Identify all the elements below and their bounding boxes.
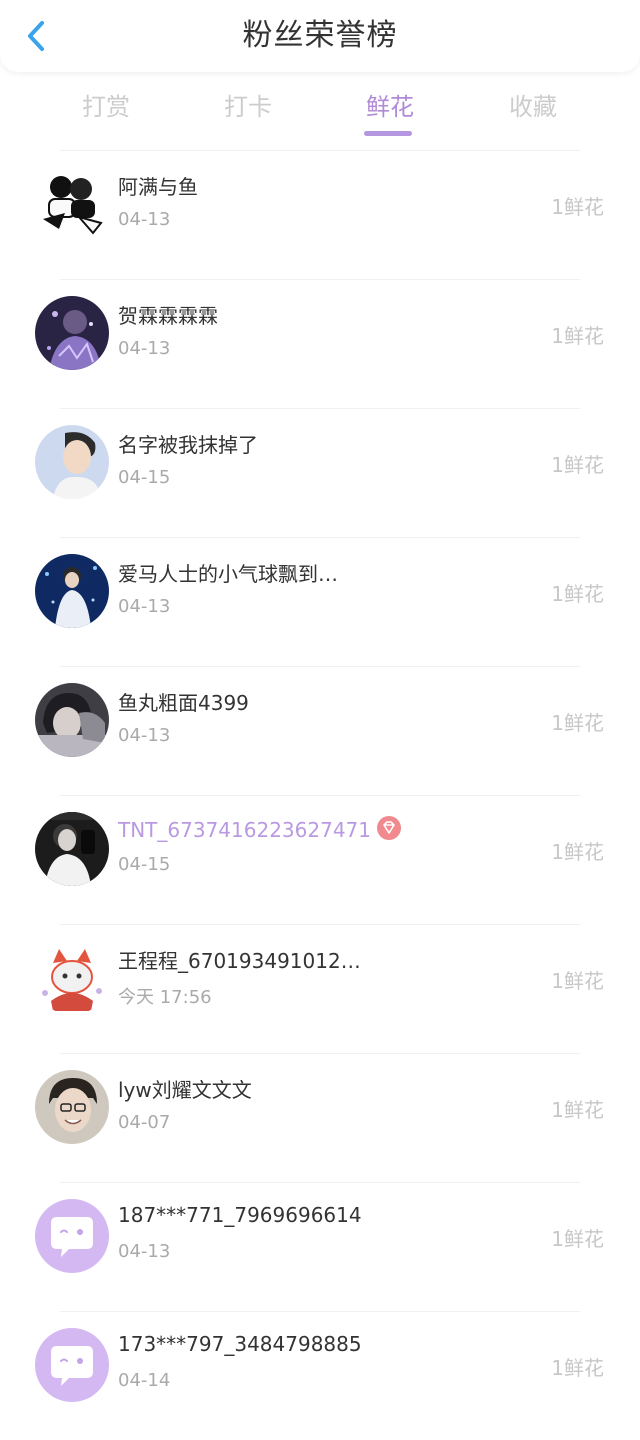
fan-amount: 1鲜花 (551, 711, 604, 735)
fan-name: TNT_6737416223627471 (118, 816, 401, 842)
fan-amount: 1鲜花 (551, 840, 604, 864)
fan-date: 今天 17:56 (118, 987, 212, 1008)
tab-flowers[interactable]: 鲜花 (320, 78, 460, 138)
list-item[interactable]: 爱马人士的小气球飘到… 04-13 1鲜花 (35, 537, 604, 666)
fan-amount: 1鲜花 (551, 195, 604, 219)
fan-amount: 1鲜花 (551, 582, 604, 606)
page-title: 粉丝荣誉榜 (242, 18, 398, 53)
default-chat-avatar-icon (35, 1328, 109, 1402)
fan-date: 04-13 (118, 596, 171, 617)
avatar[interactable] (35, 1070, 109, 1144)
smiling-portrait-avatar-icon (35, 1070, 109, 1144)
fan-date: 04-13 (118, 725, 171, 746)
avatar[interactable] (35, 812, 109, 886)
gray-photo-avatar-icon (35, 683, 109, 757)
fan-name: 鱼丸粗面4399 (118, 691, 249, 715)
cartoon-couple-avatar-icon (35, 167, 109, 241)
fan-name: 187***771_7969696614 (118, 1203, 362, 1227)
list-item[interactable]: TNT_6737416223627471 04-15 1鲜花 (35, 795, 604, 924)
fan-amount: 1鲜花 (551, 969, 604, 993)
fan-name: 王程程_670193491012… (118, 949, 361, 973)
fan-name: 阿满与鱼 (118, 175, 198, 199)
avatar[interactable] (35, 1199, 109, 1273)
fan-name: 名字被我抹掉了 (118, 433, 258, 457)
tab-flowers-label: 鲜花 (366, 93, 414, 121)
tab-bar: 打赏 打卡 鲜花 收藏 (0, 78, 640, 142)
fan-name: lyw刘耀文文文 (118, 1078, 252, 1102)
default-chat-avatar-icon (35, 1199, 109, 1273)
fan-amount: 1鲜花 (551, 453, 604, 477)
stage-photo-avatar-icon (35, 554, 109, 628)
avatar[interactable] (35, 554, 109, 628)
fan-name-text: TNT_6737416223627471 (118, 818, 371, 842)
fan-date: 04-07 (118, 1112, 171, 1133)
list-item[interactable]: 187***771_7969696614 04-13 1鲜花 (35, 1182, 604, 1311)
avatar[interactable] (35, 683, 109, 757)
fan-name: 爱马人士的小气球飘到… (118, 562, 338, 586)
fan-date: 04-13 (118, 1241, 171, 1262)
fan-date: 04-15 (118, 467, 171, 488)
list-item[interactable]: lyw刘耀文文文 04-07 1鲜花 (35, 1053, 604, 1182)
avatar[interactable] (35, 941, 109, 1015)
avatar[interactable] (35, 167, 109, 241)
app-header: 粉丝荣誉榜 (0, 0, 640, 72)
dark-photo-avatar-icon (35, 812, 109, 886)
fan-amount: 1鲜花 (551, 324, 604, 348)
tab-favorites[interactable]: 收藏 (463, 78, 603, 138)
fan-date: 04-14 (118, 1370, 171, 1391)
portrait-avatar-icon (35, 425, 109, 499)
list-item[interactable]: 173***797_3484798885 04-14 1鲜花 (35, 1311, 604, 1440)
fan-name: 173***797_3484798885 (118, 1332, 362, 1356)
list-item[interactable]: 阿满与鱼 04-13 1鲜花 (35, 150, 604, 279)
purple-photo-avatar-icon (35, 296, 109, 370)
fan-amount: 1鲜花 (551, 1098, 604, 1122)
avatar[interactable] (35, 1328, 109, 1402)
fan-name: 贺霖霖霖霖 (118, 304, 218, 328)
fan-list: 阿满与鱼 04-13 1鲜花 贺霖霖霖霖 04-13 1鲜花 名字被我抹掉了 0… (0, 150, 640, 1440)
tab-checkin[interactable]: 打卡 (178, 78, 318, 138)
diamond-icon (377, 816, 401, 840)
fan-amount: 1鲜花 (551, 1227, 604, 1251)
fan-date: 04-13 (118, 338, 171, 359)
avatar[interactable] (35, 296, 109, 370)
fan-amount: 1鲜花 (551, 1356, 604, 1380)
fan-date: 04-13 (118, 209, 171, 230)
list-item[interactable]: 贺霖霖霖霖 04-13 1鲜花 (35, 279, 604, 408)
active-tab-indicator (364, 131, 412, 136)
list-item[interactable]: 名字被我抹掉了 04-15 1鲜花 (35, 408, 604, 537)
list-item[interactable]: 鱼丸粗面4399 04-13 1鲜花 (35, 666, 604, 795)
fan-date: 04-15 (118, 854, 171, 875)
list-item[interactable]: 王程程_670193491012… 今天 17:56 1鲜花 (35, 924, 604, 1053)
avatar[interactable] (35, 425, 109, 499)
fox-cartoon-avatar-icon (35, 941, 109, 1015)
tab-reward[interactable]: 打赏 (36, 78, 176, 138)
